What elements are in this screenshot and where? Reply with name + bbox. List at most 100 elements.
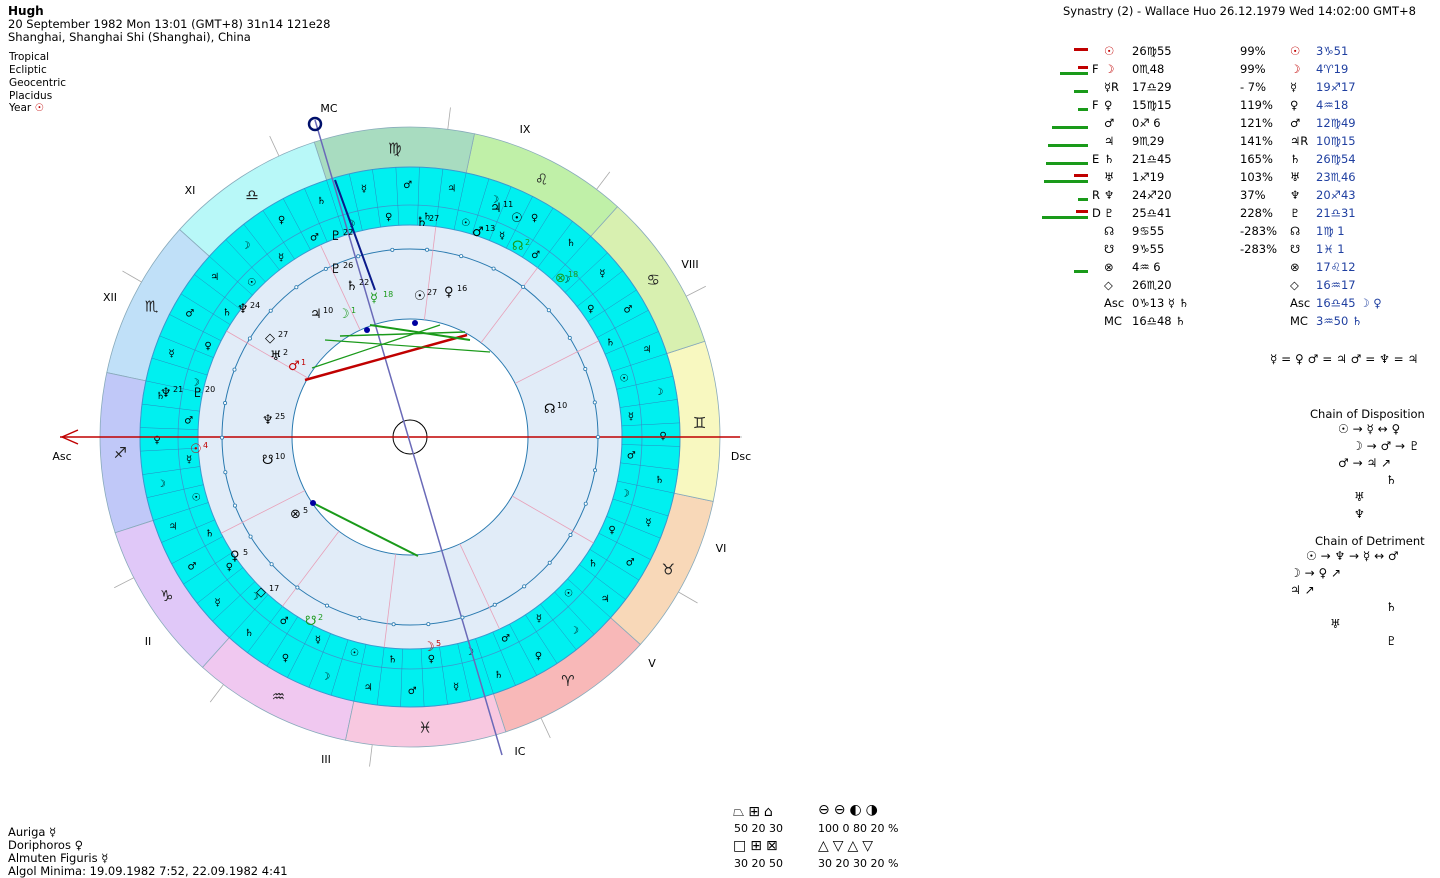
chain-disposition-row: ☉ → ☿ ↔ ♀ <box>1338 422 1401 436</box>
inner-planet-degree: 10 <box>323 306 333 315</box>
modality-icons: ⏢⊞⌂ <box>733 804 777 820</box>
zodiac-sign-icon: ♋ <box>646 271 659 289</box>
position-dot <box>547 560 552 565</box>
chain-disposition-row: ♄ <box>1386 473 1397 487</box>
planet-symbol: ☽ <box>1104 62 1115 76</box>
planet-position: 26♍55 <box>1132 44 1172 58</box>
decan-ruler-icon: ♄ <box>317 196 326 207</box>
planet2-position: 4♒18 <box>1316 98 1349 112</box>
strength-bar-green <box>1074 90 1088 93</box>
position-dot <box>492 602 497 607</box>
chain-detriment-row: ♅ <box>1330 617 1341 631</box>
strength-bar-green <box>1048 144 1088 147</box>
planet-position: 26♏20 <box>1132 278 1172 292</box>
inner-planet-degree: 1 <box>351 306 356 315</box>
element-values: 30 20 30 20 % <box>818 857 899 870</box>
planet-symbol: ♄ <box>1104 152 1115 166</box>
strength-bar-green <box>1044 180 1088 183</box>
planet-percent: 121% <box>1240 116 1273 130</box>
position-dot <box>592 400 597 405</box>
inner-planet-degree: 5 <box>303 506 308 515</box>
planet-symbol: ☉ <box>1104 44 1115 58</box>
house-cusp-tick <box>596 171 611 190</box>
planet2-position: 16♎45 ☽ ♀ <box>1316 296 1382 310</box>
position-dot <box>269 562 274 567</box>
decan-ruler-icon: ☿ <box>361 184 367 195</box>
planet-symbol: ♇ <box>1104 206 1115 220</box>
position-dot <box>357 616 362 621</box>
inner-planet-degree: 5 <box>436 639 441 648</box>
decan-ruler-icon: ☿ <box>168 349 174 360</box>
planet-percent: 165% <box>1240 152 1273 166</box>
inner-planet-icon: ☋ <box>305 614 317 629</box>
house-cusp-tick <box>447 107 451 130</box>
decan-ruler-icon: ☉ <box>350 648 359 659</box>
planet2-symbol: ☉ <box>1290 44 1301 58</box>
decan-ruler-icon: ♄ <box>566 238 575 249</box>
chain-disposition-row: ☽ → ♂ → ♇ <box>1352 439 1420 453</box>
planet2-symbol: ☿ <box>1290 80 1298 94</box>
decan-ruler-icon: ♄ <box>388 654 397 665</box>
planet-position: 9♋55 <box>1132 224 1165 238</box>
decan-ruler-icon: ♀ <box>608 525 615 536</box>
decan-ruler-icon: ☿ <box>645 517 651 528</box>
inner-planet-icon: ⊗ <box>555 271 566 286</box>
strength-bar-green <box>1060 72 1088 75</box>
position-dot <box>425 247 430 252</box>
planet-flag: F <box>1092 62 1099 76</box>
inner-planet-icon: ☊ <box>512 239 524 254</box>
decan-ruler-icon: ☿ <box>215 597 221 608</box>
planet-percent: 141% <box>1240 134 1273 148</box>
inner-planet-icon: ♃ <box>490 201 502 216</box>
chain-disposition-row: ♂ → ♃ ↗ <box>1338 456 1392 470</box>
inner-planet-degree: 17 <box>269 584 279 593</box>
chain-detriment-title: Chain of Detriment <box>1315 534 1425 548</box>
planet-percent: - 7% <box>1240 80 1267 94</box>
planet-symbol: ◇ <box>1104 278 1113 292</box>
decan-ruler-icon: ♃ <box>364 683 373 694</box>
inner-planet-icon: ☽ <box>338 307 350 322</box>
planet2-position: 3♒50 ♄ <box>1316 314 1363 328</box>
position-dot <box>247 336 252 341</box>
inner-planet-icon: ♆ <box>160 386 172 401</box>
strength-bar-green <box>1042 216 1088 219</box>
planet-position: 21♎45 <box>1132 152 1172 166</box>
aspect-dot <box>364 327 370 333</box>
decan-ruler-icon: ♄ <box>588 559 597 570</box>
inner-planet-degree: 21 <box>173 385 183 394</box>
chain-detriment-row: ♃ ↗ <box>1290 583 1315 597</box>
decan-ruler-icon: ♂ <box>626 558 635 569</box>
planet2-position: 1♍ 1 <box>1316 224 1345 238</box>
house-cusp-tick <box>369 744 373 767</box>
planet-position: 1♐19 <box>1132 170 1165 184</box>
decan-ruler-icon: ☽ <box>570 625 579 636</box>
position-dot <box>323 266 328 271</box>
inner-planet-icon: ♄ <box>346 279 358 294</box>
decan-ruler-icon: ♃ <box>169 522 178 533</box>
mc-marker-icon <box>307 116 323 132</box>
decan-ruler-icon: ♀ <box>204 341 211 352</box>
house-label-IX: IX <box>520 123 531 136</box>
inner-planet-degree: 10 <box>557 401 567 410</box>
decan-ruler-icon: ♂ <box>531 250 540 261</box>
decan-ruler-icon: ♃ <box>601 594 610 605</box>
planet-position: 24♐20 <box>1132 188 1172 202</box>
inner-planet-icon: ♄ <box>416 215 428 230</box>
planet-flag: E <box>1092 152 1100 166</box>
planet-symbol: ☿R <box>1104 80 1120 94</box>
decan-ruler-icon: ♂ <box>185 308 194 319</box>
chain-detriment-row: ☽ → ♀ ↗ <box>1290 566 1342 580</box>
chain-disposition-title: Chain of Disposition <box>1310 407 1425 421</box>
decan-ruler-icon: ☉ <box>247 277 256 288</box>
planet2-position: 19♐17 <box>1316 80 1356 94</box>
decan-ruler-icon: ♄ <box>245 628 254 639</box>
position-dot <box>491 266 496 271</box>
chart-wheel[interactable]: ♈ ♉ ♊ ♋ ♌ ♍ ♎ ♏ ♐ ♑ ♒ ♓ ♄ ♂ ♀ ☿ ☽ ☉ ♃ ♄ ♂ ♀ ☿ ☽ ♄ ♂ ♀ ☿ ☽ ☉ ♃ ♄ ♂ ♀ ☿ ☽ ♄ ♂ ♀ ☿… <box>0 0 760 800</box>
position-dot <box>567 335 572 340</box>
decan-ruler-icon: ♂ <box>624 305 633 316</box>
position-dot <box>459 254 464 259</box>
inner-planet-degree: 22 <box>359 278 369 287</box>
chain-detriment: ☉ → ♆ → ☿ ↔ ♂ ☽ → ♀ ↗ ♃ ↗ ♄ ♅ ♇ <box>1290 548 1399 650</box>
inner-planet-icon: ♇ <box>192 386 204 401</box>
planet2-position: 12♍49 <box>1316 116 1356 130</box>
